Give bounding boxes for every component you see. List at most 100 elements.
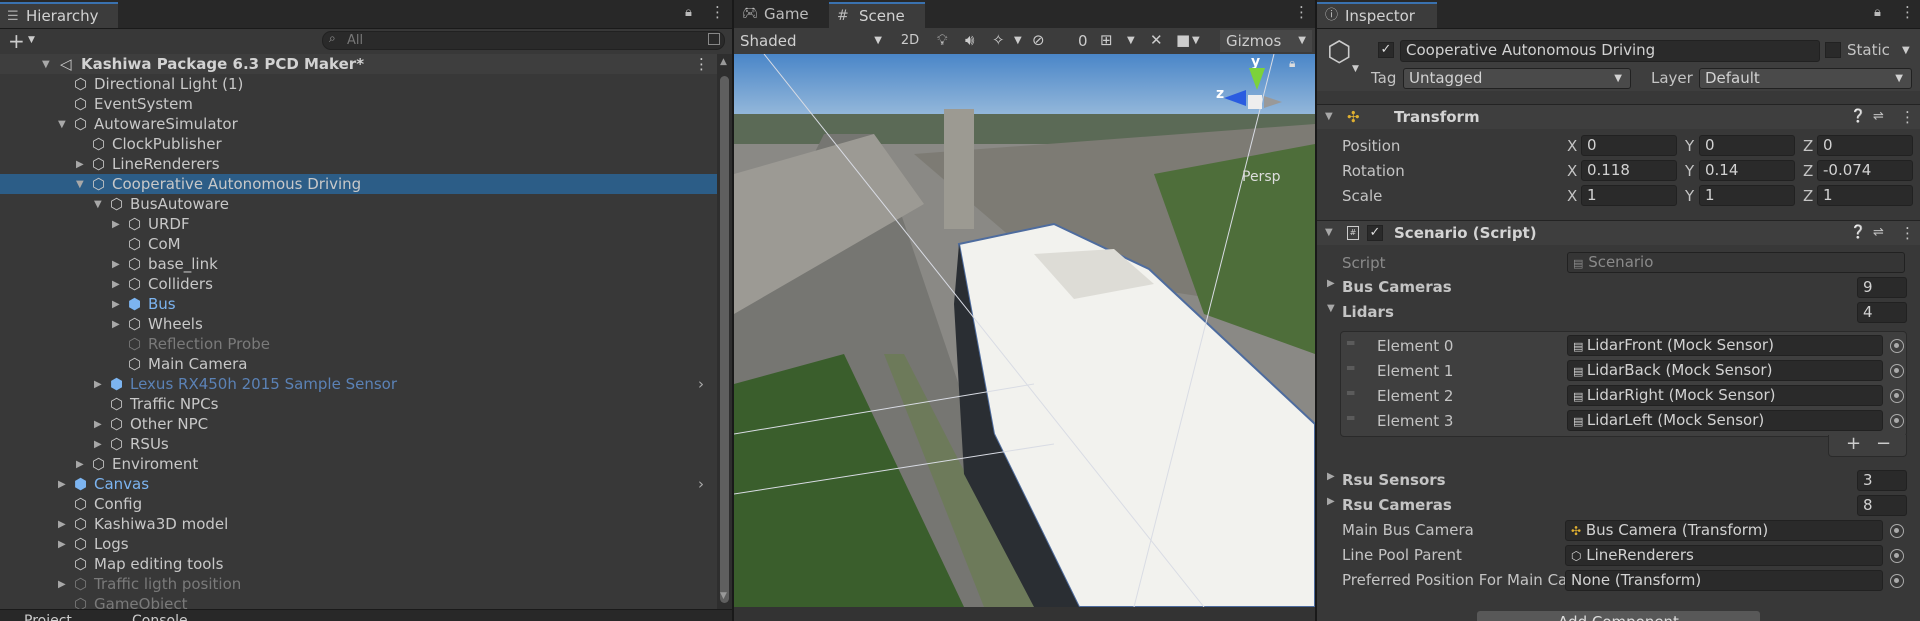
object-name-field[interactable]: Cooperative Autonomous Driving bbox=[1400, 40, 1820, 62]
scroll-thumb[interactable] bbox=[720, 76, 729, 603]
tab-inspector[interactable]: ⓘ Inspector bbox=[1317, 2, 1437, 28]
drag-handle-icon[interactable]: ═ bbox=[1347, 361, 1354, 375]
chevron-down-icon[interactable]: ▼ bbox=[1352, 64, 1359, 74]
axis-z-label[interactable]: Z bbox=[1803, 161, 1813, 181]
transform-header[interactable]: ▼ ✣ Transform ❔ ⇌ ⋮ bbox=[1317, 104, 1920, 129]
drag-handle-icon[interactable]: ═ bbox=[1347, 411, 1354, 425]
rsu-sensors-label[interactable]: Rsu Sensors bbox=[1342, 470, 1446, 490]
hierarchy-item[interactable]: ⬡ EventSystem bbox=[0, 94, 732, 114]
expand-arrow-icon[interactable]: ▶ bbox=[76, 455, 84, 475]
position-x-field[interactable]: 0 bbox=[1581, 135, 1677, 156]
hierarchy-item[interactable]: ▼ ⬡ AutowareSimulator bbox=[0, 114, 732, 134]
hierarchy-item[interactable]: ▶ ⬢ Canvas › bbox=[0, 474, 732, 494]
bus-cameras-label[interactable]: Bus Cameras bbox=[1342, 277, 1452, 297]
add-object-button[interactable]: + bbox=[8, 29, 25, 53]
panel-menu-icon[interactable]: ⋮ bbox=[1294, 3, 1309, 21]
lock-icon[interactable]: 🔒︎ bbox=[1289, 56, 1295, 71]
chevron-down-icon[interactable]: ▼ bbox=[1014, 35, 1022, 46]
chevron-down-icon[interactable]: ▼ bbox=[1902, 45, 1910, 56]
chevron-down-icon[interactable]: ▼ bbox=[28, 35, 35, 45]
help-icon[interactable]: ❔ bbox=[1850, 105, 1866, 129]
rsu-cameras-label[interactable]: Rsu Cameras bbox=[1342, 495, 1452, 515]
axis-x-label[interactable]: X bbox=[1567, 161, 1577, 181]
expand-arrow-icon[interactable]: ▶ bbox=[112, 275, 120, 295]
hierarchy-item[interactable]: ⬡ Reflection Probe bbox=[0, 334, 732, 354]
expand-arrow-icon[interactable]: ▶ bbox=[112, 255, 120, 275]
panel-menu-icon[interactable]: ⋮ bbox=[710, 3, 725, 21]
tools-icon[interactable]: ✕ bbox=[1150, 31, 1163, 49]
remove-element-button[interactable]: − bbox=[1876, 433, 1891, 454]
settings-icon[interactable]: ⇌ bbox=[1873, 221, 1884, 245]
component-menu-icon[interactable]: ⋮ bbox=[1900, 105, 1915, 129]
hierarchy-item[interactable]: ⬡ Map editing tools bbox=[0, 554, 732, 574]
hierarchy-item[interactable]: ▶ ⬡ Kashiwa3D model bbox=[0, 514, 732, 534]
lidar-element-field[interactable]: ▤ LidarRight (Mock Sensor) bbox=[1567, 385, 1883, 406]
position-y-field[interactable]: 0 bbox=[1699, 135, 1795, 156]
rotation-x-field[interactable]: 0.118 bbox=[1581, 160, 1677, 181]
collapse-arrow-icon[interactable]: ▼ bbox=[58, 115, 66, 135]
drag-handle-icon[interactable]: ═ bbox=[1347, 336, 1354, 350]
hierarchy-item[interactable]: ⬡ Directional Light (1) bbox=[0, 74, 732, 94]
search-filter-icon[interactable] bbox=[708, 33, 720, 45]
hierarchy-item[interactable]: ▶ ⬡ Wheels bbox=[0, 314, 732, 334]
scenario-header[interactable]: ▼ # ✓ Scenario (Script) ❔ ⇌ ⋮ bbox=[1317, 220, 1920, 245]
lidars-count[interactable]: 4 bbox=[1857, 302, 1907, 323]
gizmos-dropdown[interactable]: Gizmos ▼ bbox=[1220, 30, 1312, 52]
expand-arrow-icon[interactable]: ▶ bbox=[1327, 496, 1335, 507]
tab-game[interactable]: 🎮︎ Game bbox=[734, 2, 824, 28]
lidar-element-field[interactable]: ▤ LidarLeft (Mock Sensor) bbox=[1567, 410, 1883, 431]
projection-label[interactable]: Persp bbox=[1242, 169, 1281, 185]
scenario-enabled-checkbox[interactable]: ✓ bbox=[1367, 225, 1383, 241]
axis-y-label[interactable]: Y bbox=[1685, 161, 1694, 181]
grid-toggle-icon[interactable]: ⊞ bbox=[1100, 31, 1113, 49]
tab-project[interactable]: Project bbox=[24, 610, 72, 621]
chevron-down-icon[interactable]: ▼ bbox=[1127, 35, 1135, 46]
expand-arrow-icon[interactable]: ▶ bbox=[76, 155, 84, 175]
axis-y-label[interactable]: Y bbox=[1685, 136, 1694, 156]
tag-dropdown[interactable]: Untagged ▼ bbox=[1403, 68, 1631, 89]
preferred-position-field[interactable]: None (Transform) bbox=[1565, 570, 1883, 591]
object-picker-icon[interactable] bbox=[1890, 574, 1904, 588]
active-checkbox[interactable]: ✓ bbox=[1378, 42, 1394, 58]
scene-visibility-icon[interactable]: ⊘ bbox=[1032, 31, 1045, 49]
hierarchy-item[interactable]: ▶ ⬡ Other NPC bbox=[0, 414, 732, 434]
lidar-element-field[interactable]: ▤ LidarBack (Mock Sensor) bbox=[1567, 360, 1883, 381]
collapse-arrow-icon[interactable]: ▼ bbox=[76, 175, 84, 195]
settings-icon[interactable]: ⇌ bbox=[1873, 105, 1884, 129]
expand-arrow-icon[interactable]: ▶ bbox=[58, 535, 66, 555]
position-z-field[interactable]: 0 bbox=[1817, 135, 1913, 156]
hierarchy-item[interactable]: ▶ ⬡ Logs bbox=[0, 534, 732, 554]
open-prefab-icon[interactable]: › bbox=[698, 474, 704, 494]
scale-y-field[interactable]: 1 bbox=[1699, 185, 1795, 206]
axis-x-label[interactable]: X bbox=[1567, 136, 1577, 156]
scale-x-field[interactable]: 1 bbox=[1581, 185, 1677, 206]
camera-icon[interactable]: ■ bbox=[1176, 31, 1190, 49]
expand-arrow-icon[interactable]: ▶ bbox=[1327, 278, 1335, 289]
audio-icon[interactable]: 🔊︎ bbox=[965, 31, 974, 49]
effects-icon[interactable]: ✧ bbox=[992, 31, 1005, 49]
rsu-sensors-count[interactable]: 3 bbox=[1857, 470, 1907, 491]
hierarchy-item[interactable]: ⬡ ClockPublisher bbox=[0, 134, 732, 154]
gizmo-center[interactable] bbox=[1248, 95, 1262, 109]
axis-y-label[interactable]: Y bbox=[1685, 186, 1694, 206]
hierarchy-item[interactable]: ⬡ Main Camera bbox=[0, 354, 732, 374]
collapse-arrow-icon[interactable]: ▼ bbox=[1327, 303, 1335, 314]
panel-divider[interactable] bbox=[732, 0, 734, 621]
rsu-cameras-count[interactable]: 8 bbox=[1857, 495, 1907, 516]
expand-arrow-icon[interactable]: ▶ bbox=[58, 575, 66, 595]
hierarchy-item[interactable]: ▼ ⬡ BusAutoware bbox=[0, 194, 732, 214]
hierarchy-item[interactable]: ▶ ⬡ Traffic ligth position bbox=[0, 574, 732, 594]
scroll-up-icon[interactable]: ▲ bbox=[720, 57, 727, 67]
add-component-button[interactable]: Add Component bbox=[1477, 611, 1760, 621]
hierarchy-item[interactable]: ▶ ⬡ URDF bbox=[0, 214, 732, 234]
lidar-element-field[interactable]: ▤ LidarFront (Mock Sensor) bbox=[1567, 335, 1883, 356]
scene-viewport[interactable]: y z Persp 🔒︎ bbox=[734, 54, 1315, 607]
lock-icon[interactable]: 🔒︎ bbox=[685, 5, 692, 20]
toggle-2d-button[interactable]: 2D bbox=[894, 30, 926, 52]
hierarchy-item[interactable]: ▶ ⬢ Bus bbox=[0, 294, 732, 314]
help-icon[interactable]: ❔ bbox=[1850, 221, 1866, 245]
axis-x-label[interactable]: X bbox=[1567, 186, 1577, 206]
hierarchy-item[interactable]: ⬡ Traffic NPCs bbox=[0, 394, 732, 414]
hierarchy-item[interactable]: ⬡ Config bbox=[0, 494, 732, 514]
scene-row[interactable]: ▼ ◁ Kashiwa Package 6.3 PCD Maker* ⋮ bbox=[0, 54, 732, 74]
